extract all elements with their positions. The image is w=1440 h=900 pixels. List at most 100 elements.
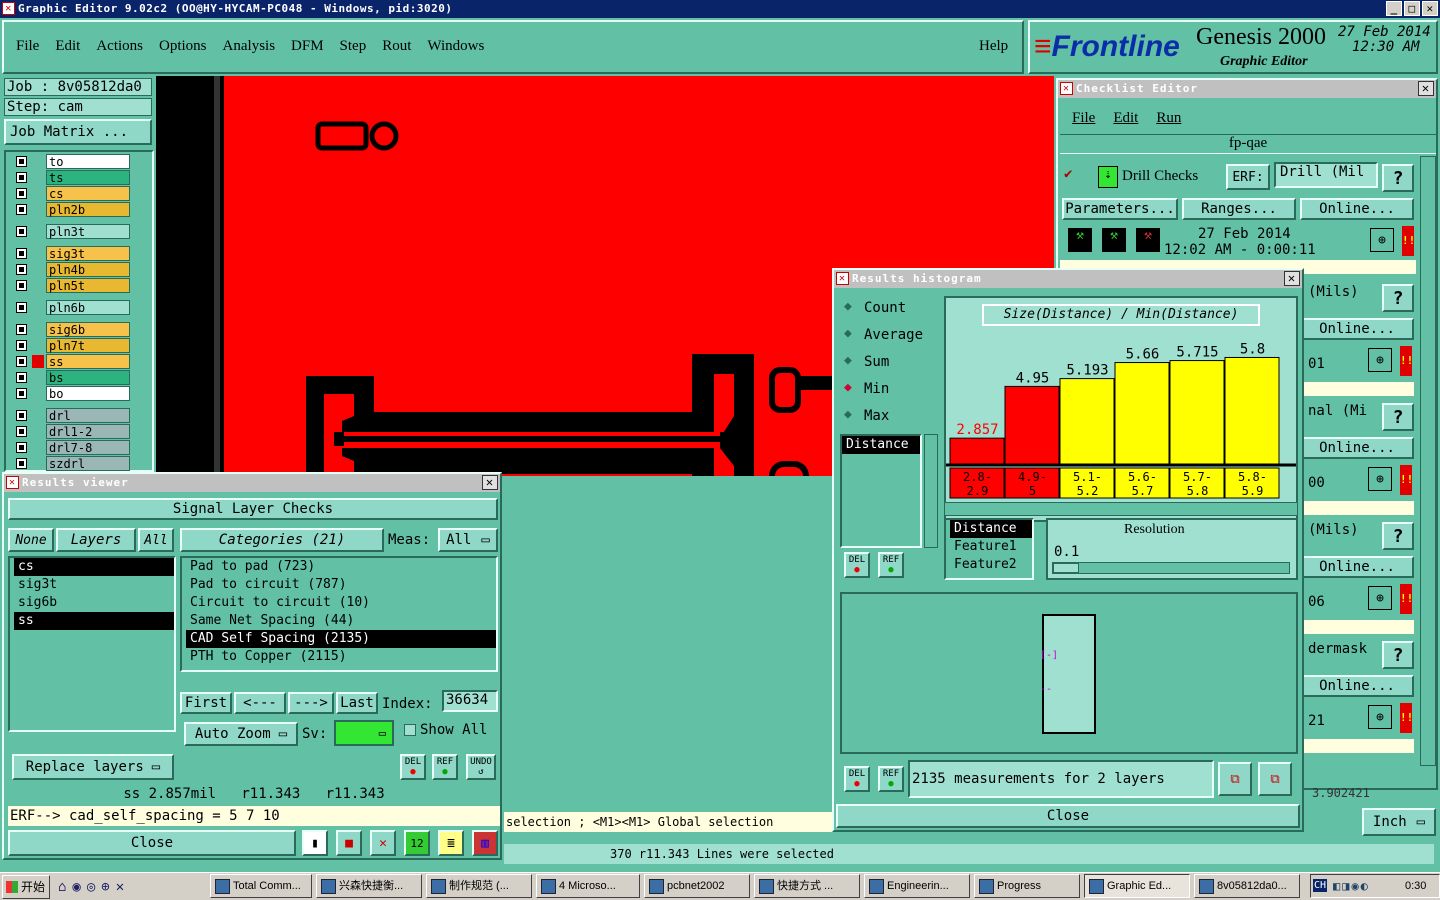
- histogram-bar[interactable]: [1059, 378, 1115, 465]
- taskbar-item[interactable]: Progress: [974, 874, 1080, 898]
- layer-row-pln6b[interactable]: pln6b: [14, 300, 130, 315]
- layer-row-cs[interactable]: cs: [14, 186, 130, 201]
- layer-row-pln5t[interactable]: pln5t: [14, 278, 130, 293]
- layer-row-ss[interactable]: ss: [14, 354, 130, 369]
- start-button[interactable]: 开始: [2, 875, 50, 899]
- checklist-menu-run[interactable]: Run: [1156, 110, 1181, 127]
- bar-chart-icon[interactable]: ▮: [302, 830, 328, 856]
- histogram-field-item[interactable]: Feature2: [950, 556, 1032, 574]
- tray-icons[interactable]: ◧◨◉◐: [1333, 879, 1370, 893]
- last-button[interactable]: Last: [336, 692, 378, 714]
- record-icon[interactable]: ■: [336, 830, 362, 856]
- zoom-icon[interactable]: ⊕: [1370, 228, 1394, 252]
- job-matrix-button[interactable]: Job Matrix ...: [4, 119, 152, 145]
- prev-button[interactable]: <---: [234, 692, 286, 714]
- menu-options[interactable]: Options: [159, 38, 207, 55]
- category-item[interactable]: Same Net Spacing (44): [186, 612, 496, 630]
- option-max[interactable]: ◆ Max: [842, 406, 938, 428]
- close-icon[interactable]: ✕: [1418, 81, 1434, 96]
- layer-checkbox[interactable]: [16, 388, 27, 399]
- show-all-checkbox[interactable]: [404, 724, 416, 736]
- close-icon[interactable]: ✕: [1284, 271, 1300, 286]
- menu-actions[interactable]: Actions: [96, 38, 143, 55]
- layer-checkbox[interactable]: [16, 458, 27, 469]
- menu-step[interactable]: Step: [340, 38, 367, 55]
- erf-button[interactable]: ERF:: [1226, 164, 1270, 190]
- category-item[interactable]: Pad to circuit (787): [186, 576, 496, 594]
- all-button[interactable]: All: [138, 528, 174, 552]
- result-layer-item[interactable]: cs: [14, 558, 174, 576]
- taskbar-item[interactable]: 快捷方式 ...: [754, 874, 860, 898]
- zoom-icon[interactable]: ⊕: [1368, 467, 1392, 491]
- taskbar-item[interactable]: 兴森快捷衡...: [316, 874, 422, 898]
- layer-checkbox[interactable]: [16, 204, 27, 215]
- layer-checkbox[interactable]: [16, 188, 27, 199]
- help-question-button[interactable]: ?: [1382, 284, 1414, 312]
- resolution-slider[interactable]: [1052, 562, 1290, 574]
- zoom-icon[interactable]: ⊕: [1368, 586, 1392, 610]
- layer-row-sig3t[interactable]: sig3t: [14, 246, 130, 261]
- sv-color-select[interactable]: ▭: [334, 720, 394, 746]
- layer-checkbox[interactable]: [16, 410, 27, 421]
- index-input[interactable]: 36634: [442, 690, 498, 712]
- taskbar-item[interactable]: pcbnet2002: [644, 874, 750, 898]
- meas-select[interactable]: All ▭: [438, 528, 498, 552]
- layer-checkbox[interactable]: [16, 356, 27, 367]
- zoom-icon[interactable]: ⊕: [1368, 705, 1392, 729]
- chart-scrollbar[interactable]: [944, 502, 1298, 516]
- category-item[interactable]: Circuit to circuit (10): [186, 594, 496, 612]
- field-scrollbar[interactable]: [924, 434, 938, 548]
- ref-button[interactable]: REF ●: [878, 552, 904, 578]
- layer-checkbox[interactable]: [16, 302, 27, 313]
- undo-button[interactable]: UNDO ↺: [466, 754, 496, 780]
- check-row[interactable]: nal (Mi? Online... 00 ⊕!!: [1300, 403, 1418, 519]
- help-question-button[interactable]: ?: [1382, 164, 1414, 192]
- close-button[interactable]: Close: [8, 830, 296, 856]
- close-icon[interactable]: ✕: [482, 475, 498, 490]
- del-button[interactable]: DEL ●: [400, 754, 426, 780]
- layer-row-ts[interactable]: ts: [14, 170, 130, 185]
- option-min[interactable]: ◆ Min: [842, 379, 938, 401]
- categories-list[interactable]: Pad to pad (723) Pad to circuit (787) Circ…: [180, 556, 498, 672]
- taskbar-item[interactable]: Engineerin...: [864, 874, 970, 898]
- layer-checkbox[interactable]: [16, 248, 27, 259]
- feature-preview[interactable]: [-] --: [840, 592, 1298, 754]
- replace-layers-select[interactable]: Replace layers ▭: [12, 754, 174, 780]
- del-button[interactable]: DEL ●: [844, 766, 870, 792]
- online-button[interactable]: Online...: [1300, 198, 1414, 220]
- results-layer-list[interactable]: cs sig3t sig6b ss: [8, 556, 176, 732]
- check-row[interactable]: dermask? Online... 21 ⊕!!: [1300, 641, 1418, 757]
- checklist-scrollbar[interactable]: [1420, 156, 1436, 766]
- layer-row-szdrl[interactable]: szdrl: [14, 456, 130, 471]
- ranges-button[interactable]: Ranges...: [1182, 198, 1296, 220]
- first-button[interactable]: First: [180, 692, 232, 714]
- online-button[interactable]: Online...: [1300, 437, 1414, 459]
- layer-row-drl1-2[interactable]: drl1-2: [14, 424, 130, 439]
- drill-checks-row[interactable]: ✔ ⇣ Drill Checks ERF: Drill (Mil ? Param…: [1060, 160, 1416, 276]
- stop-icon[interactable]: ⚒: [1136, 228, 1160, 252]
- layer-row-pln4b[interactable]: pln4b: [14, 262, 130, 277]
- histogram-bar[interactable]: [949, 437, 1005, 465]
- del-button[interactable]: DEL ●: [844, 552, 870, 578]
- layer-checkbox[interactable]: [16, 264, 27, 275]
- result-layer-item[interactable]: sig3t: [14, 576, 174, 594]
- report-icon[interactable]: ≣: [438, 830, 464, 856]
- layer-checkbox[interactable]: [16, 172, 27, 183]
- remove-icon[interactable]: ✕: [370, 830, 396, 856]
- close-window-button[interactable]: ✕: [1422, 1, 1438, 16]
- layer-checkbox[interactable]: [16, 442, 27, 453]
- layer-checkbox[interactable]: [16, 340, 27, 351]
- maximize-button[interactable]: □: [1404, 1, 1420, 16]
- histogram-field-item[interactable]: Distance: [950, 520, 1032, 538]
- categories-button[interactable]: Categories (21): [180, 528, 384, 552]
- category-item[interactable]: PTH to Copper (2115): [186, 648, 496, 666]
- menu-dfm[interactable]: DFM: [291, 38, 324, 55]
- menu-edit[interactable]: Edit: [55, 38, 80, 55]
- histogram-bar[interactable]: [1114, 362, 1170, 465]
- layer-checkbox[interactable]: [16, 372, 27, 383]
- taskbar-item[interactable]: Total Comm...: [210, 874, 312, 898]
- layer-row-pln7t[interactable]: pln7t: [14, 338, 130, 353]
- help-question-button[interactable]: ?: [1382, 403, 1414, 431]
- step-icon[interactable]: 12: [404, 830, 430, 856]
- resolution-field-list[interactable]: Distance Feature1 Feature2: [944, 518, 1034, 580]
